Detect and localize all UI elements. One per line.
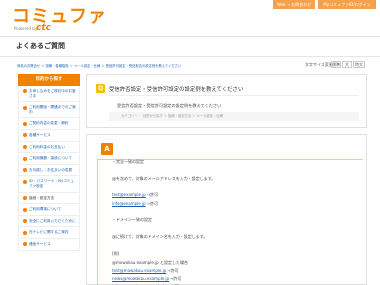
- bullet-icon: [23, 219, 27, 224]
- permit-label: →許可: [146, 192, 159, 197]
- sidebar-item[interactable]: 各種サービス: [18, 129, 80, 142]
- email-link[interactable]: info@example.jp: [112, 201, 146, 206]
- sidebar-item-label: ID・パスワード・Myコミュファ設定: [29, 179, 74, 188]
- sidebar-item-label: ご利用環境について: [29, 207, 62, 212]
- question-divider: [109, 95, 359, 96]
- answer-example-address[interactable]: news@mowakau.example.jp→許可: [112, 276, 181, 281]
- permit-label: →許可: [146, 201, 158, 206]
- sidebar-item-label: お引越し・お住まいの変更: [29, 167, 73, 172]
- sidebar-item[interactable]: お引越し・お住まいの変更: [18, 164, 80, 177]
- sidebar-heading: 目的から探す: [18, 74, 80, 86]
- answer-text: ・完全一致の設定: [112, 159, 144, 164]
- bullet-icon: [23, 230, 27, 235]
- sidebar-item-label: お申し込みをご検討中のお客さま: [29, 89, 76, 98]
- sidebar-item[interactable]: ID・パスワード・Myコミュファ設定: [18, 176, 80, 193]
- font-size-label: 文字サイズ変更: [305, 62, 333, 67]
- sidebar-item-label: ご利用料金のお支払い: [29, 144, 65, 149]
- question-badge: Q: [96, 84, 105, 93]
- answer-text-line: @を含めて、対象のメールアドレスを入力・設定します。: [112, 176, 215, 181]
- header-divider: [0, 36, 380, 37]
- answer-badge: A: [101, 143, 113, 155]
- answer-text: @を含めて、対象のメールアドレスを入力・設定します。: [112, 176, 216, 181]
- sidebar-item-label: ご利用開始・開通までのご案内: [29, 105, 76, 114]
- bullet-icon: [23, 179, 27, 184]
- bullet-icon: [23, 195, 27, 200]
- answer-text-line: @mowakau.example.jp と設定した場合: [112, 260, 188, 265]
- sidebar-item-label: ご利用機器・接続について: [29, 156, 73, 161]
- sidebar-item[interactable]: お申し込みをご検討中のお客さま: [18, 86, 80, 103]
- sidebar-item[interactable]: 光テレビに関するご案内: [18, 227, 80, 239]
- logo-powered-by: Powered by: [14, 26, 38, 31]
- answer-text: @に続けて、対象のドメイン名を入力・設定します。: [112, 234, 208, 239]
- sidebar-item[interactable]: ご利用開始・開通までのご案内: [18, 102, 80, 119]
- bullet-icon: [23, 105, 27, 110]
- sidebar-item-label: 接続・設定方法: [29, 195, 55, 200]
- permit-label: →許可: [170, 276, 182, 281]
- answer-text-line: ・ドメイン一致の設定: [112, 217, 152, 222]
- bullet-icon: [23, 89, 27, 94]
- sidebar-item[interactable]: ご利用料金のお支払い: [18, 141, 80, 154]
- sidebar-item[interactable]: ご利用機器・接続について: [18, 153, 80, 165]
- answer-example-address[interactable]: test@example.jp→許可: [112, 192, 158, 197]
- sidebar-item-label: ご契約内容の変更・解約: [29, 121, 69, 126]
- bullet-icon: [23, 121, 27, 126]
- email-link[interactable]: test@example.jp: [112, 192, 146, 197]
- site-header: コミュファ Powered by ctc Web → お問合わせ Myコミュファ…: [0, 0, 380, 36]
- sidebar-item[interactable]: ご契約内容の変更・解約: [18, 118, 80, 130]
- mypage-login-button[interactable]: MyコミュファID/ログイン: [318, 0, 376, 9]
- sidebar-item[interactable]: ご利用環境について: [18, 204, 80, 216]
- bullet-icon: [23, 144, 27, 149]
- question-title: 受信許否設定・受信許可設定の設定例を教えてください: [109, 87, 244, 93]
- web-inquiry-button[interactable]: Web → お問合わせ: [273, 0, 315, 9]
- question-panel: Q 受信許否設定・受信許可設定の設定例を教えてください 受信許否設定・受信許可設…: [86, 74, 367, 128]
- page-title: よくあるご質問: [16, 42, 65, 50]
- answer-text-line: @に続けて、対象のドメイン名を入力・設定します。: [112, 234, 207, 239]
- answer-example-address[interactable]: test@mowakau.example.jp→許可: [112, 268, 179, 273]
- email-link[interactable]: news@mowakau.example.jp: [112, 276, 169, 281]
- question-subtitle: 受信許否設定・受信許可設定の設定例を教えてください: [117, 103, 222, 108]
- sidebar-item-label: 各種サービス: [29, 132, 51, 137]
- answer-text-line: [例]: [112, 251, 119, 256]
- bullet-icon: [23, 156, 27, 161]
- answer-left-border: [97, 159, 98, 285]
- answer-text: [例]: [112, 251, 120, 256]
- answer-example-address[interactable]: info@example.jp→許可: [112, 201, 158, 206]
- ctc-logo: ctc: [36, 23, 51, 33]
- title-divider: [0, 56, 380, 57]
- sidebar-item[interactable]: 通信サービス: [18, 238, 80, 251]
- answer-text: ・ドメイン一致の設定: [112, 217, 152, 222]
- bullet-icon: [23, 242, 27, 247]
- sidebar-item-label: 通信サービス: [29, 241, 51, 246]
- email-link[interactable]: test@mowakau.example.jp: [112, 268, 166, 273]
- bullet-icon: [23, 168, 27, 173]
- answer-panel: A ・完全一致の設定 @を含めて、対象のメールアドレスを入力・設定します。 test…: [86, 134, 367, 285]
- answer-text-line: ・完全一致の設定: [112, 159, 144, 164]
- sidebar-item-label: 安全にご利用いただくために: [29, 218, 76, 223]
- answer-text: @mowakau.example.jp と設定した場合: [112, 260, 188, 265]
- permit-label: →許可: [167, 268, 179, 273]
- question-categories[interactable]: カテゴリー ： 目的から探す ＞ 接続・設定方法 ＞ メール設定・仕様: [109, 112, 359, 121]
- sidebar-item[interactable]: 接続・設定方法: [18, 192, 80, 205]
- commufa-logo[interactable]: コミュファ: [12, 8, 107, 26]
- breadcrumb[interactable]: 商品のお問合せ ＞ 設備・各種取扱 ＞ メール設定・仕様 ＞ 受信許可設定・受信…: [17, 63, 181, 68]
- font-size-xlarge-button[interactable]: 特大: [353, 61, 365, 68]
- bullet-icon: [23, 207, 27, 212]
- font-size-standard-button[interactable]: 標準: [331, 61, 341, 68]
- sidebar-item[interactable]: 安全にご利用いただくために: [18, 215, 80, 228]
- sidebar-item-label: 光テレビに関するご案内: [29, 230, 69, 235]
- sidebar: 目的から探す お申し込みをご検討中のお客さま ご利用開始・開通までのご案内 ご契…: [18, 74, 80, 251]
- bullet-icon: [23, 133, 27, 138]
- font-size-large-button[interactable]: 大: [342, 61, 352, 68]
